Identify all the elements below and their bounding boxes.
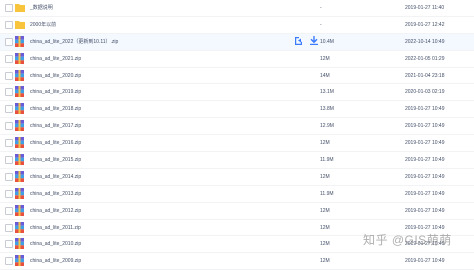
row-checkbox[interactable]	[5, 105, 13, 114]
file-size: -	[320, 21, 322, 28]
file-size: 12M	[320, 241, 330, 248]
row-checkbox[interactable]	[5, 54, 13, 63]
zip-file-icon	[15, 154, 24, 166]
file-row[interactable]: _数据说明 - 2019-01-27 11:40	[0, 0, 474, 17]
file-name[interactable]: china_ad_lite_2014.zip	[30, 171, 81, 183]
file-date: 2019-01-27 10:49	[405, 123, 445, 130]
file-row[interactable]: china_ad_lite_2021.zip 12M 2022-01-05 01…	[0, 51, 474, 68]
file-row[interactable]: china_ad_lite_2013.zip 11.9M 2019-01-27 …	[0, 186, 474, 203]
file-size: 12.9M	[320, 123, 334, 130]
file-row[interactable]: china_ad_lite_2014.zip 12M 2019-01-27 10…	[0, 169, 474, 186]
zip-file-icon	[15, 170, 24, 182]
file-name[interactable]: china_ad_lite_2021.zip	[30, 53, 81, 65]
zip-file-icon	[15, 187, 24, 199]
file-row[interactable]: china_ad_lite_2019.zip 13.1M 2020-01-03 …	[0, 84, 474, 102]
file-date: 2019-01-27 10:49	[405, 258, 445, 265]
file-size: 12M	[320, 258, 330, 265]
file-date: 2019-01-27 10:49	[405, 190, 445, 197]
file-name[interactable]: _数据说明	[30, 2, 53, 14]
file-date: 2019-01-27 10:49	[405, 140, 445, 147]
zip-file-icon	[15, 204, 24, 216]
row-checkbox[interactable]	[5, 206, 13, 215]
row-checkbox[interactable]	[5, 122, 13, 131]
file-size: 12M	[320, 55, 330, 62]
file-row[interactable]: china_ad_lite_2009.zip 12M 2019-01-27 10…	[0, 253, 474, 270]
file-row[interactable]: china_ad_lite_2015.zip 11.9M 2019-01-27 …	[0, 152, 474, 169]
file-name[interactable]: china_ad_lite_2018.zip	[30, 103, 81, 115]
file-row[interactable]: china_ad_lite_2020.zip 14M 2021-01-04 23…	[0, 68, 474, 85]
row-checkbox[interactable]	[5, 37, 13, 46]
file-date: 2020-01-03 02:19	[405, 89, 445, 96]
file-name[interactable]: china_ad_lite_2015.zip	[30, 154, 81, 166]
file-size: 11.9M	[320, 157, 334, 164]
zip-file-icon	[15, 238, 24, 250]
zip-file-icon	[15, 255, 24, 267]
file-name[interactable]: china_ad_lite_2013.zip	[30, 188, 81, 200]
file-name[interactable]: china_ad_lite_2010.zip	[30, 238, 81, 250]
file-name[interactable]: china_ad_lite_2020.zip	[30, 70, 81, 82]
file-size: 12M	[320, 173, 330, 180]
row-checkbox[interactable]	[5, 71, 13, 80]
zip-file-icon	[15, 221, 24, 233]
file-size: -	[320, 5, 322, 11]
file-date: 2019-01-27 12:42	[405, 21, 445, 28]
file-date: 2019-01-27 10:49	[405, 173, 445, 180]
file-date: 2022-10-14 10:49	[405, 38, 445, 45]
file-row[interactable]: china_ad_lite_2016.zip 12M 2019-01-27 10…	[0, 135, 474, 153]
file-name[interactable]: 2000年以前	[30, 19, 56, 31]
row-checkbox[interactable]	[5, 4, 13, 12]
file-row[interactable]: china_ad_lite_2018.zip 13.8M 2019-01-27 …	[0, 101, 474, 119]
file-size: 12M	[320, 224, 330, 231]
row-checkbox[interactable]	[5, 20, 13, 29]
file-size: 12M	[320, 207, 330, 214]
file-size: 13.1M	[320, 89, 334, 96]
zip-file-icon	[15, 52, 24, 64]
watermark: 知乎 @GIS萌萌	[363, 233, 452, 247]
file-row[interactable]: china_ad_lite_2012.zip 12M 2019-01-27 10…	[0, 203, 474, 220]
folder-icon	[15, 4, 25, 12]
row-checkbox[interactable]	[5, 139, 13, 148]
share-icon[interactable]	[294, 36, 302, 45]
zip-file-icon	[15, 103, 24, 115]
file-row[interactable]: china_ad_lite_2022（更新到10.11）.zip 10.4M 2…	[0, 33, 474, 51]
file-date: 2019-01-27 10:49	[405, 106, 445, 113]
file-name[interactable]: china_ad_lite_2011.zip	[30, 222, 81, 234]
row-checkbox[interactable]	[5, 223, 13, 232]
file-size: 12M	[320, 140, 330, 147]
row-checkbox[interactable]	[5, 189, 13, 198]
file-name[interactable]: china_ad_lite_2022（更新到10.11）.zip	[30, 36, 118, 48]
zip-file-icon	[15, 86, 24, 98]
file-row[interactable]: china_ad_lite_2017.zip 12.9M 2019-01-27 …	[0, 118, 474, 136]
file-name[interactable]: china_ad_lite_2017.zip	[30, 120, 81, 132]
folder-icon	[15, 20, 25, 29]
zip-file-icon	[15, 69, 24, 81]
file-date: 2022-01-05 01:29	[405, 55, 445, 62]
file-size: 11.9M	[320, 190, 334, 197]
file-date: 2019-01-27 10:49	[405, 157, 445, 164]
file-list: _数据说明 - 2019-01-27 11:40 2000年以前 - 2019-…	[0, 0, 474, 270]
file-size: 10.4M	[320, 38, 334, 45]
file-size: 14M	[320, 72, 330, 79]
file-date: 2021-01-04 23:18	[405, 72, 445, 79]
row-checkbox[interactable]	[5, 88, 13, 97]
file-row[interactable]: 2000年以前 - 2019-01-27 12:42	[0, 17, 474, 34]
row-actions	[294, 35, 322, 48]
row-checkbox[interactable]	[5, 172, 13, 181]
row-checkbox[interactable]	[5, 240, 13, 249]
zip-file-icon	[15, 35, 24, 47]
file-date: 2019-01-27 11:40	[405, 5, 445, 11]
zip-file-icon	[15, 120, 24, 132]
file-size: 13.8M	[320, 106, 334, 113]
file-name[interactable]: china_ad_lite_2009.zip	[30, 255, 81, 267]
file-name[interactable]: china_ad_lite_2016.zip	[30, 137, 81, 149]
file-date: 2019-01-27 10:49	[405, 207, 445, 214]
file-name[interactable]: china_ad_lite_2012.zip	[30, 205, 81, 217]
download-icon[interactable]	[310, 35, 319, 45]
file-name[interactable]: china_ad_lite_2019.zip	[30, 86, 81, 98]
zip-file-icon	[15, 137, 24, 149]
row-checkbox[interactable]	[5, 156, 13, 165]
